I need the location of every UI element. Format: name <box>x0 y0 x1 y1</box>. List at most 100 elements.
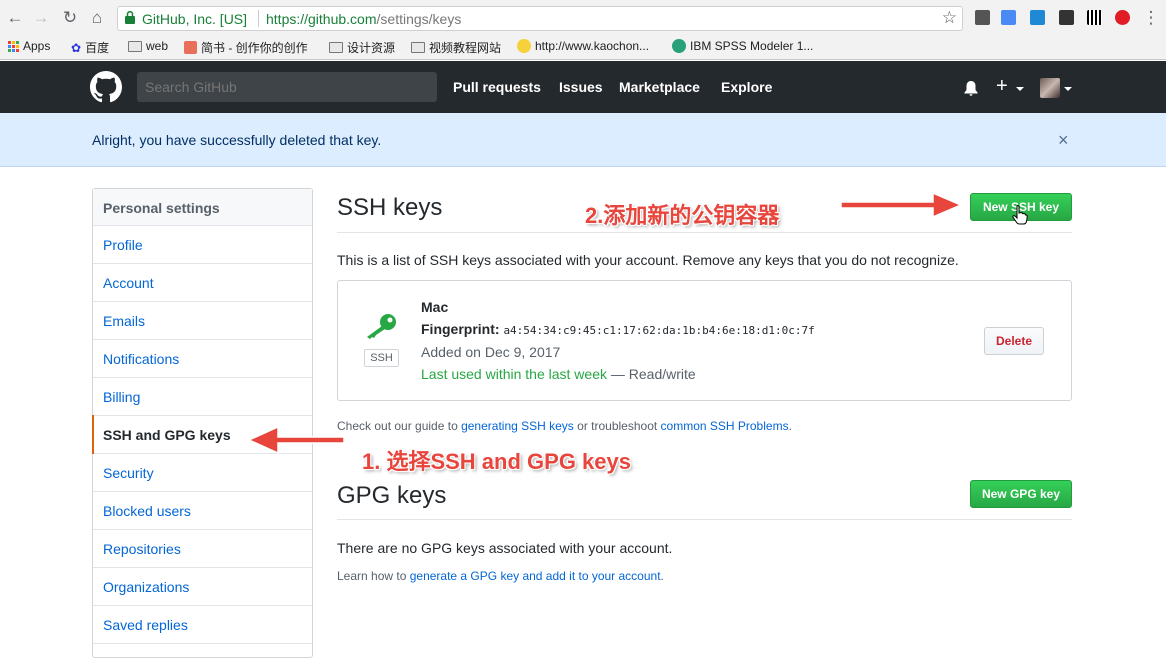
guide-text: or troubleshoot <box>573 419 661 433</box>
bookmark-jianshu[interactable]: 简书 - 创作你的创作 <box>184 39 308 56</box>
key-usage: Last used within the last week — Read/wr… <box>421 366 696 382</box>
lock-icon <box>125 11 135 24</box>
back-icon[interactable]: ← <box>4 7 26 29</box>
hand-cursor-icon <box>1012 205 1028 225</box>
learn-text: . <box>660 569 664 583</box>
browser-toolbar: ← → ↻ ⌂ GitHub, Inc. [US] https://github… <box>0 0 1166 60</box>
key-name: Mac <box>421 299 449 315</box>
search-input[interactable] <box>137 72 437 102</box>
address-bar[interactable]: GitHub, Inc. [US] https://github.com/set… <box>117 6 963 31</box>
fingerprint-label: Fingerprint: <box>421 321 500 337</box>
evernote-extension-icon[interactable] <box>975 10 990 25</box>
bookmark-apps[interactable]: Apps <box>8 39 50 53</box>
annotation-step-2: 2.添加新的公钥容器 <box>585 203 780 228</box>
bookmark-label: 视频教程网站 <box>429 41 502 55</box>
home-icon[interactable]: ⌂ <box>86 7 108 29</box>
translate-extension-icon[interactable] <box>1001 10 1016 25</box>
guide-text: Check out our guide to <box>337 419 462 433</box>
flash-message: Alright, you have successfully deleted t… <box>92 132 382 148</box>
reload-icon[interactable]: ↻ <box>59 7 81 29</box>
generating-ssh-keys-link[interactable]: generating SSH keys <box>461 419 574 433</box>
sidebar-item-organizations[interactable]: Organizations <box>93 568 312 606</box>
bookmark-kaochong[interactable]: http://www.kaochon... <box>517 39 649 53</box>
nav-issues[interactable]: Issues <box>559 79 603 95</box>
smiley-icon <box>517 39 531 53</box>
ssh-badge: SSH <box>364 349 399 367</box>
divider <box>258 10 259 27</box>
nav-explore[interactable]: Explore <box>721 79 772 95</box>
extension-icon[interactable] <box>1030 10 1045 25</box>
qr-code-extension-icon[interactable] <box>1087 10 1102 25</box>
bookmark-video-tutorials[interactable]: 视频教程网站 <box>411 39 501 56</box>
menu-icon[interactable]: ⋮ <box>1140 7 1162 29</box>
nav-marketplace[interactable]: Marketplace <box>619 79 700 95</box>
plus-icon[interactable]: + <box>996 75 1008 98</box>
delete-key-button[interactable]: Delete <box>984 327 1044 355</box>
x-extension-icon[interactable] <box>1059 10 1074 25</box>
ssh-guide-note: Check out our guide to generating SSH ke… <box>337 419 792 433</box>
bookmark-design-resources[interactable]: 设计资源 <box>329 39 395 56</box>
bookmark-star-icon[interactable]: ☆ <box>942 8 957 28</box>
annotation-step-1: 1. 选择SSH and GPG keys <box>362 449 631 474</box>
key-icon <box>367 314 396 339</box>
common-ssh-problems-link[interactable]: common SSH Problems <box>661 419 789 433</box>
bell-icon[interactable] <box>964 81 978 96</box>
divider <box>337 232 1072 233</box>
avatar[interactable] <box>1040 78 1060 98</box>
github-logo-icon[interactable] <box>90 71 122 103</box>
generate-gpg-key-link[interactable]: generate a GPG key and add it to your ac… <box>410 569 661 583</box>
forward-icon[interactable]: → <box>30 7 52 29</box>
bookmark-label: http://www.kaochon... <box>535 39 650 53</box>
url-text: https://github.com/settings/keys <box>266 11 461 27</box>
bookmarks-bar: Apps ✿ 百度 web 简书 - 创作你的创作 设计资源 视频教程网站 ht… <box>0 36 1166 58</box>
sidebar-heading: Personal settings <box>93 189 312 226</box>
annotation-arrow-right-icon <box>840 191 963 219</box>
sidebar-item-emails[interactable]: Emails <box>93 302 312 340</box>
key-added-date: Added on Dec 9, 2017 <box>421 344 561 360</box>
folder-icon <box>411 42 425 53</box>
bookmark-label: web <box>146 39 169 53</box>
new-gpg-key-button[interactable]: New GPG key <box>970 480 1072 508</box>
key-fingerprint: Fingerprint: a4:54:34:c9:45:c1:17:62:da:… <box>421 321 815 337</box>
bookmark-web[interactable]: web <box>128 39 168 53</box>
site-identity: GitHub, Inc. [US] <box>142 11 248 27</box>
nav-pull-requests[interactable]: Pull requests <box>453 79 541 95</box>
close-icon[interactable]: × <box>1058 130 1069 151</box>
sidebar-item-profile[interactable]: Profile <box>93 226 312 264</box>
bookmark-label: 简书 - 创作你的创作 <box>201 41 308 55</box>
jianshu-icon <box>184 41 197 54</box>
sidebar-item-billing[interactable]: Billing <box>93 378 312 416</box>
opera-extension-icon[interactable] <box>1115 10 1130 25</box>
key-last-used: Last used within the last week <box>421 366 607 382</box>
ssh-description: This is a list of SSH keys associated wi… <box>337 252 959 268</box>
bookmark-baidu[interactable]: ✿ 百度 <box>71 39 109 56</box>
folder-icon <box>329 42 343 53</box>
bookmark-label: Apps <box>23 39 51 53</box>
chevron-down-icon[interactable] <box>1064 87 1072 91</box>
gpg-learn-note: Learn how to generate a GPG key and add … <box>337 569 664 583</box>
apps-grid-icon <box>8 40 19 52</box>
sidebar-item-notifications[interactable]: Notifications <box>93 340 312 378</box>
gpg-keys-title: GPG keys <box>337 482 447 509</box>
guide-text: . <box>788 419 792 433</box>
fingerprint-value: a4:54:34:c9:45:c1:17:62:da:1b:b4:6e:18:d… <box>503 324 815 337</box>
sidebar-item-security[interactable]: Security <box>93 454 312 492</box>
bookmark-label: 设计资源 <box>347 41 396 55</box>
flash-notice: Alright, you have successfully deleted t… <box>0 113 1166 167</box>
spss-icon <box>672 39 686 53</box>
ssh-keys-title: SSH keys <box>337 194 443 221</box>
bookmark-ibm-spss[interactable]: IBM SPSS Modeler 1... <box>672 39 813 53</box>
bookmark-label: IBM SPSS Modeler 1... <box>690 39 814 53</box>
sidebar-item-saved-replies[interactable]: Saved replies <box>93 606 312 644</box>
sidebar-item-blocked-users[interactable]: Blocked users <box>93 492 312 530</box>
chevron-down-icon[interactable] <box>1016 87 1024 91</box>
baidu-paw-icon: ✿ <box>71 40 82 55</box>
sidebar-item-account[interactable]: Account <box>93 264 312 302</box>
bookmark-label: 百度 <box>85 41 110 55</box>
sidebar-item-repositories[interactable]: Repositories <box>93 530 312 568</box>
folder-icon <box>128 40 142 52</box>
divider <box>337 519 1072 520</box>
annotation-arrow-left-icon <box>247 425 345 455</box>
ssh-key-item: SSH Mac Fingerprint: a4:54:34:c9:45:c1:1… <box>337 280 1072 401</box>
github-header: Pull requests Issues Marketplace Explore… <box>0 61 1166 113</box>
